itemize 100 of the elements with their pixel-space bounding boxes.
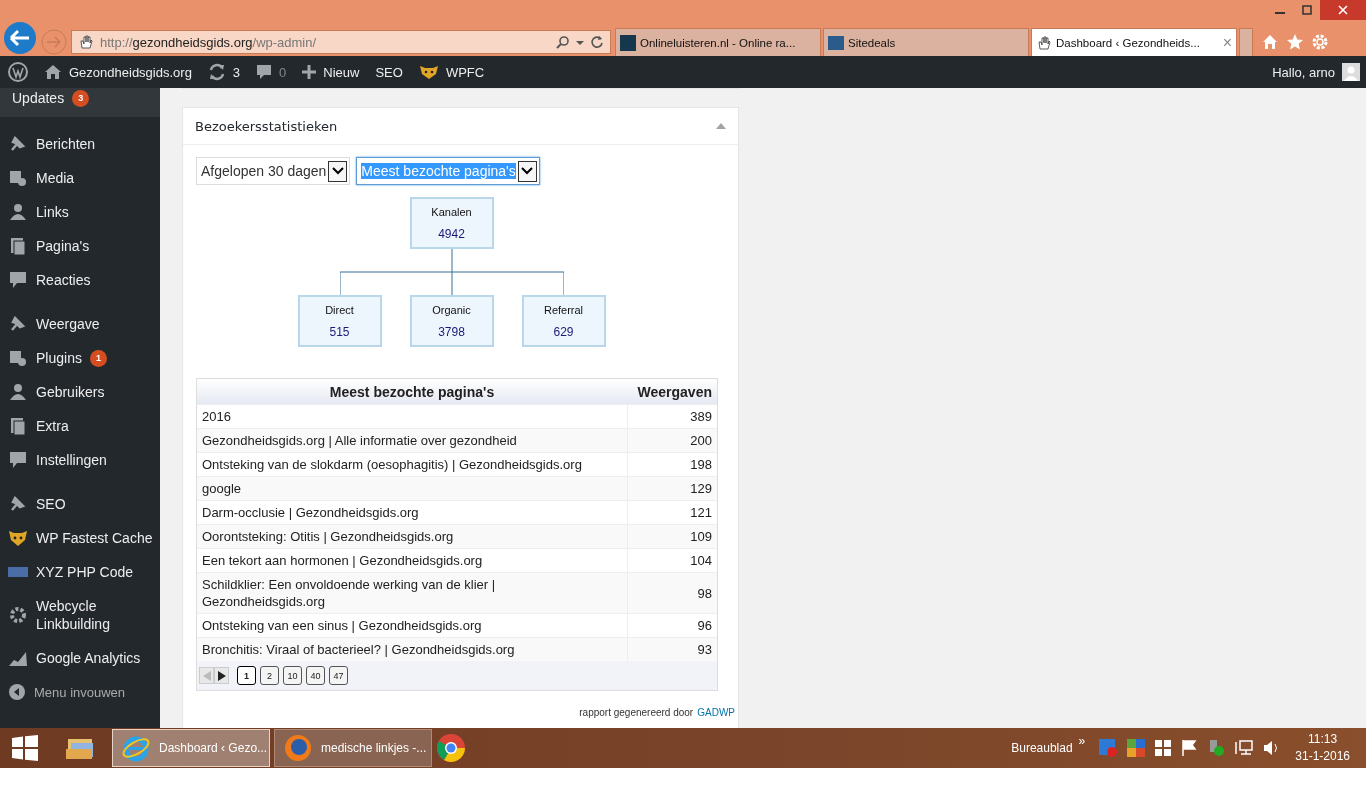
start-icon[interactable] (12, 735, 38, 761)
report-credit: rapport gegenereerd door (579, 707, 694, 718)
chrome-icon[interactable] (436, 733, 466, 763)
seo-link[interactable]: SEO (375, 64, 403, 80)
menu-item[interactable]: SEO (0, 487, 160, 521)
hand-icon (1036, 34, 1052, 51)
menu-item[interactable]: Instellingen (0, 443, 160, 477)
table-cell: 104 (627, 548, 717, 573)
table-cell: Oorontsteking: Otitis | Gezondheidsgids.org (197, 524, 627, 549)
table-cell: google (197, 476, 627, 501)
comments-link[interactable]: 0 (256, 64, 287, 80)
page-button[interactable]: 47 (329, 666, 348, 685)
page-button[interactable]: 1 (237, 666, 256, 685)
menu-item[interactable]: Gebruikers (0, 375, 160, 409)
menu-item[interactable]: Google Analytics (0, 641, 160, 675)
network-icon[interactable] (1235, 740, 1254, 756)
menu-item[interactable]: Extra (0, 409, 160, 443)
home-icon (44, 64, 62, 80)
greeting-link[interactable]: Hallo, arno (1272, 63, 1360, 81)
hand-icon (78, 34, 94, 50)
chart-node: Organic 3798 (409, 295, 494, 347)
table-cell: Schildklier: Een onvoldoende werking van de klier | Gezondheidsgids.org (197, 572, 627, 614)
address-field[interactable]: http://gezondheidsgids.org/wp-admin/ (71, 30, 611, 54)
table-cell: 93 (627, 637, 717, 661)
gadwp-link[interactable]: GADWP (697, 707, 735, 718)
flag-icon[interactable] (1181, 740, 1198, 756)
chart-node: Direct 515 (297, 295, 382, 347)
menu-item[interactable]: Media (0, 161, 160, 195)
taskbar-button[interactable]: Dashboard ‹ Gezo... (112, 729, 270, 767)
menu-item[interactable]: Pagina's (0, 229, 160, 263)
menu-item[interactable]: Berichten (0, 127, 160, 161)
table-cell: 121 (627, 500, 717, 525)
table-cell: 129 (627, 476, 717, 501)
gear-icon (8, 605, 28, 625)
clock[interactable]: 11:13 31-1-2016 (1295, 731, 1350, 765)
avatar-icon (1342, 63, 1360, 81)
new-link[interactable]: Nieuw (302, 64, 360, 80)
page-button[interactable]: 40 (306, 666, 325, 685)
menu-item[interactable]: Plugins 1 (0, 341, 160, 375)
dropdown[interactable]: Afgelopen 30 dagen (196, 157, 351, 185)
table-cell: 109 (627, 524, 717, 549)
comment-icon (8, 270, 28, 290)
tiger-icon (418, 64, 439, 80)
column-header: Weergaven (627, 379, 717, 405)
user-icon (8, 382, 28, 402)
collapse-menu-button[interactable]: Menu invouwen (0, 675, 160, 709)
comment-icon (256, 64, 273, 80)
menu-item[interactable]: XYZ PHP Code (0, 555, 160, 589)
site-link[interactable]: Gezondheidsgids.org (44, 64, 192, 80)
table-cell: Ontsteking van een sinus | Gezondheidsgids.org (197, 613, 627, 638)
plus-icon (302, 65, 317, 79)
desktop-toolbar-label[interactable]: Bureaublad (1011, 741, 1073, 755)
pages-icon (8, 236, 28, 256)
menu-item[interactable]: Webcycle Linkbuilding (0, 589, 160, 641)
widget-title: Bezoekersstatistieken (195, 118, 338, 134)
close-tab-button[interactable]: × (1222, 33, 1232, 52)
table-cell: Darm-occlusie | Gezondheidsgids.org (197, 500, 627, 525)
table-cell: 200 (627, 428, 717, 453)
table-cell: Een tekort aan hormonen | Gezondheidsgids.org (197, 548, 627, 573)
close-icon[interactable] (1320, 0, 1366, 20)
browser-tab[interactable]: Dashboard ‹ Gezondheids... × (1031, 28, 1237, 56)
wordpress-logo-icon[interactable] (8, 62, 28, 82)
menu-item[interactable]: Weergave (0, 307, 160, 341)
table-cell: Ontsteking van de slokdarm (oesophagitis) | Gezondheidsgids.org (197, 452, 627, 477)
windows-icon[interactable] (1155, 740, 1172, 756)
count-badge: 1 (89, 349, 107, 367)
star-icon[interactable] (1286, 33, 1304, 51)
back-icon[interactable] (3, 21, 37, 55)
toolbar-chevron[interactable]: » (1078, 734, 1086, 748)
table-cell: 96 (627, 613, 717, 638)
usb-check-icon[interactable] (1207, 739, 1226, 757)
refresh-icon (207, 63, 226, 81)
chart-node: Kanalen 4942 (409, 197, 494, 249)
table-cell: 389 (627, 404, 717, 429)
refresh-icon[interactable] (590, 35, 604, 49)
collapse-icon (8, 683, 26, 701)
count-badge: 3 (72, 89, 90, 107)
media-icon (8, 168, 28, 188)
firefox-icon (283, 733, 313, 763)
taskbar-button[interactable]: medische linkjes -... (274, 729, 432, 767)
updates-link[interactable]: 3 (207, 63, 241, 81)
table-cell: 98 (627, 572, 717, 614)
browser-tab[interactable]: Sitedeals (823, 28, 1029, 56)
wpfc-link[interactable]: WPFC (418, 64, 485, 80)
browser-tab[interactable]: Onlineluisteren.nl - Online ra... (615, 28, 821, 56)
menu-item[interactable]: Reacties (0, 263, 160, 297)
chart-node: Referral 629 (521, 295, 606, 347)
menu-item[interactable]: WP Fastest Cache (0, 521, 160, 555)
next-page-icon[interactable] (214, 667, 229, 684)
page-button[interactable]: 10 (283, 666, 302, 685)
tiger-icon (8, 528, 28, 548)
table-cell: Gezondheidsgids.org | Alle informatie over gezondheid (197, 428, 627, 453)
table-cell: 2016 (197, 404, 627, 429)
page-button[interactable]: 2 (260, 666, 279, 685)
chevron-down-icon (521, 167, 534, 175)
menu-item[interactable]: Links (0, 195, 160, 229)
search-icon[interactable] (556, 35, 570, 49)
table-cell: Bronchitis: Viraal of bacterieel? | Gezondheidsgids.org (197, 637, 627, 661)
chevron-down-icon (331, 167, 344, 175)
column-header: Meest bezochte pagina's (197, 379, 627, 405)
